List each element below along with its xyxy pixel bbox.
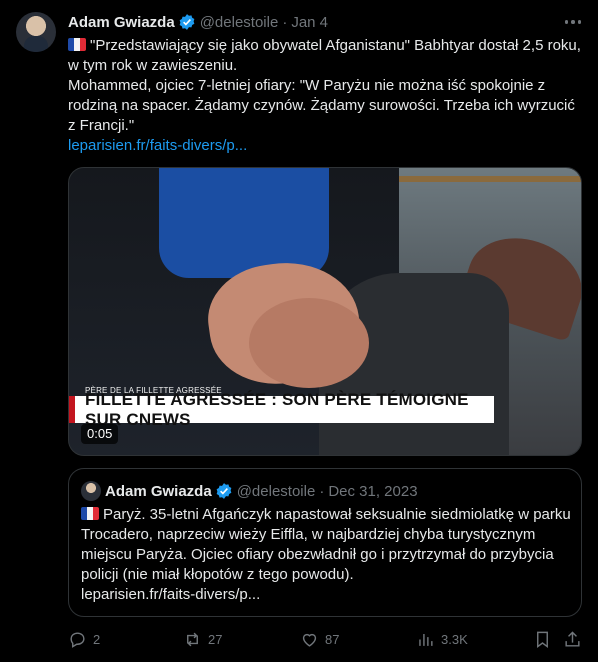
like-button[interactable]: 87 bbox=[300, 628, 339, 650]
author-handle[interactable]: @delestoile bbox=[200, 14, 279, 31]
quoted-link: leparisien.fr/faits-divers/p... bbox=[81, 586, 261, 603]
tweet[interactable]: Adam Gwiazda @delestoile · Jan 4 "Przeds… bbox=[0, 0, 598, 662]
video-timecode: 0:05 bbox=[81, 424, 119, 444]
quoted-author-avatar bbox=[81, 481, 101, 501]
like-count: 87 bbox=[325, 631, 340, 647]
views-icon bbox=[419, 633, 433, 646]
quoted-author-name: Adam Gwiazda bbox=[105, 482, 212, 500]
quoted-tweet-header: Adam Gwiazda @delestoile · Dec 31, 2023 bbox=[81, 481, 418, 501]
bookmark-icon bbox=[537, 631, 548, 648]
verified-badge-icon bbox=[216, 483, 232, 499]
france-flag-icon bbox=[68, 38, 86, 51]
quoted-tweet[interactable]: Adam Gwiazda @delestoile · Dec 31, 2023 … bbox=[68, 468, 582, 617]
tweet-date[interactable]: Jan 4 bbox=[291, 14, 328, 31]
tweet-link[interactable]: leparisien.fr/faits-divers/p... bbox=[68, 137, 247, 154]
quoted-text-body: Paryż. 35-letni Afgańczyk napastował sek… bbox=[81, 506, 571, 583]
video-hand bbox=[249, 298, 369, 388]
tweet-text-line2: Mohammed, ojciec 7-letniej ofiary: "W Pa… bbox=[68, 77, 575, 134]
repost-count: 27 bbox=[208, 631, 223, 647]
repost-icon bbox=[187, 632, 198, 646]
reply-button[interactable]: 2 bbox=[68, 628, 100, 650]
video-caption-bar: FILLETTE AGRESSÉE : SON PÈRE TÉMOIGNE SU… bbox=[69, 390, 494, 429]
separator-dot: · bbox=[319, 482, 325, 500]
reply-icon bbox=[70, 631, 85, 648]
tweet-text-line1: "Przedstawiający się jako obywatel Afgan… bbox=[68, 37, 581, 74]
video-shirt bbox=[159, 168, 329, 278]
quoted-tweet-text: Paryż. 35-letni Afgańczyk napastował sek… bbox=[81, 505, 571, 605]
separator-dot: · bbox=[282, 13, 288, 31]
like-icon bbox=[302, 633, 317, 647]
video-railing bbox=[399, 176, 581, 182]
author-name[interactable]: Adam Gwiazda bbox=[68, 14, 175, 31]
verified-badge-icon bbox=[179, 14, 195, 30]
video-player[interactable]: PÈRE DE LA FILLETTE AGRESSÉE FILLETTE AG… bbox=[68, 167, 582, 456]
share-icon bbox=[565, 630, 580, 647]
more-icon[interactable] bbox=[562, 12, 584, 32]
quoted-tweet-date: Dec 31, 2023 bbox=[328, 482, 418, 500]
share-button[interactable] bbox=[563, 628, 588, 650]
tweet-header: Adam Gwiazda @delestoile · Jan 4 bbox=[68, 12, 328, 32]
action-bar: 2 27 87 3.3K bbox=[68, 628, 584, 650]
bookmark-button[interactable] bbox=[533, 628, 558, 650]
repost-button[interactable]: 27 bbox=[183, 628, 222, 650]
views-count: 3.3K bbox=[441, 631, 468, 647]
author-avatar[interactable] bbox=[16, 12, 56, 52]
reply-count: 2 bbox=[93, 631, 101, 647]
quoted-author-handle: @delestoile bbox=[236, 482, 316, 500]
tweet-text: "Przedstawiający się jako obywatel Afgan… bbox=[68, 36, 584, 156]
views-button[interactable]: 3.3K bbox=[416, 628, 468, 650]
france-flag-icon bbox=[81, 507, 99, 520]
